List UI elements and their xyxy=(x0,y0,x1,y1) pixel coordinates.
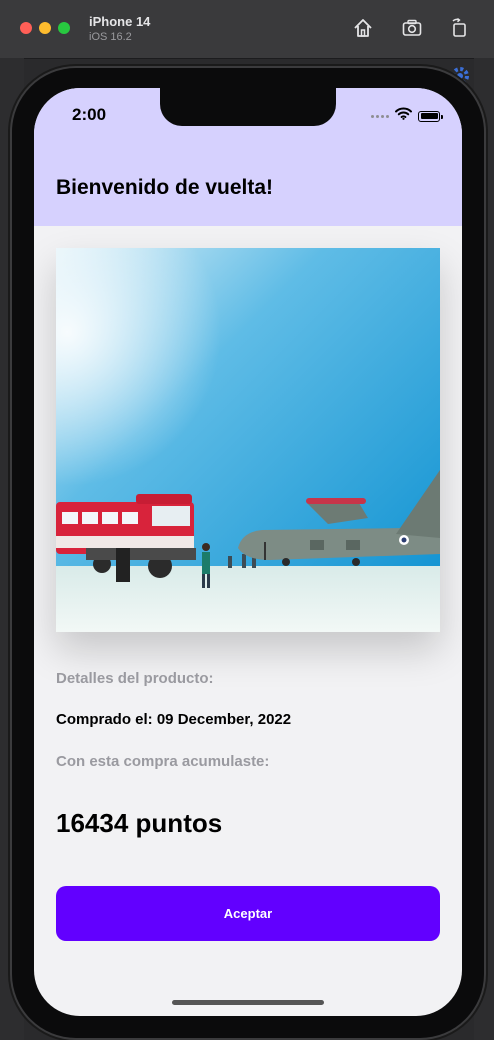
dynamic-notch xyxy=(160,88,336,126)
product-details-label: Detalles del producto: xyxy=(56,670,214,687)
product-image xyxy=(56,248,440,632)
iphone-frame: 2:00 Bienvenido de vuelta! Detalles del … xyxy=(12,68,484,1038)
purchase-date: Comprado el: 09 December, 2022 xyxy=(56,711,292,728)
signal-icon xyxy=(371,114,389,118)
wifi-icon xyxy=(395,107,412,125)
simulator-titlebar: iPhone 14 iOS 16.2 xyxy=(0,0,494,59)
rotate-icon[interactable] xyxy=(448,17,470,39)
points-unit: puntos xyxy=(135,808,223,838)
simulator-os-version: iOS 16.2 xyxy=(89,31,132,43)
accept-button[interactable]: Aceptar xyxy=(56,886,440,941)
accumulated-points-label: Con esta compra acumulaste: xyxy=(56,753,270,770)
screenshot-icon[interactable] xyxy=(401,17,423,39)
status-icons xyxy=(371,107,443,125)
battery-icon xyxy=(418,110,443,122)
simulator-device-name: iPhone 14 xyxy=(89,14,151,29)
window-minimize-button[interactable] xyxy=(39,22,51,34)
home-icon[interactable] xyxy=(352,17,374,39)
points-earned: 16434 puntos xyxy=(56,808,222,839)
page-title: Bienvenido de vuelta! xyxy=(56,176,274,199)
status-time: 2:00 xyxy=(72,105,107,124)
phone-screen: 2:00 Bienvenido de vuelta! Detalles del … xyxy=(34,88,462,1016)
window-close-button[interactable] xyxy=(20,22,32,34)
points-value: 16434 xyxy=(56,808,129,838)
home-indicator[interactable] xyxy=(172,1000,324,1005)
window-zoom-button[interactable] xyxy=(58,22,70,34)
